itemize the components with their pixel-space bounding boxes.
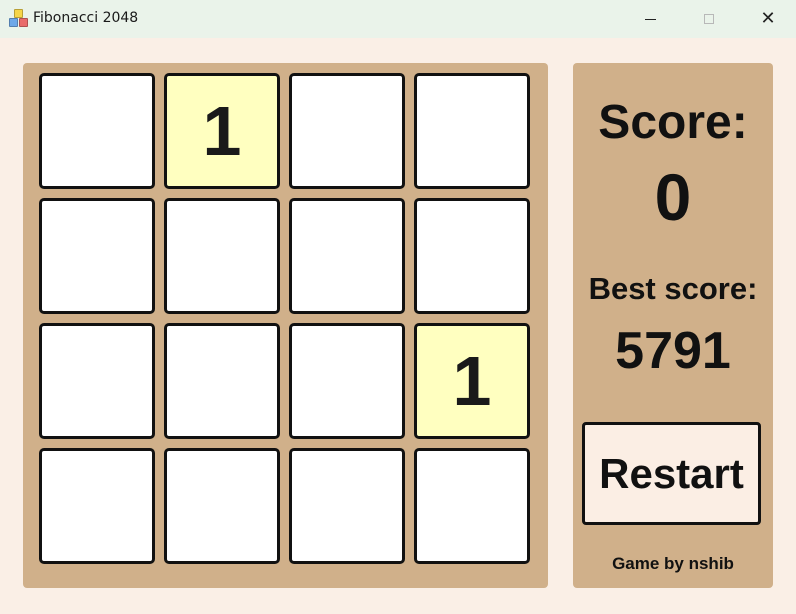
close-icon: ✕ xyxy=(760,8,776,29)
close-button[interactable]: ✕ xyxy=(745,0,791,38)
score-value: 0 xyxy=(654,160,692,234)
best-score-label: Best score: xyxy=(588,271,758,306)
tile: 1 xyxy=(414,323,530,439)
maximize-button[interactable] xyxy=(686,0,732,38)
credit-text: Game by nshib xyxy=(612,554,734,573)
best-score-value: 5791 xyxy=(615,322,731,380)
tile xyxy=(414,448,530,564)
tile xyxy=(289,73,405,189)
tile: 1 xyxy=(164,73,280,189)
minimize-icon xyxy=(644,18,656,20)
app-icon xyxy=(9,9,28,28)
tile xyxy=(39,73,155,189)
window-title: Fibonacci 2048 xyxy=(33,10,139,26)
game-board[interactable]: 11 xyxy=(23,63,548,588)
tile xyxy=(289,448,405,564)
tile xyxy=(289,323,405,439)
side-panel: Score: 0 Best score: 5791 Restart Game b… xyxy=(573,63,773,588)
tile xyxy=(414,198,530,314)
title-bar: Fibonacci 2048 ✕ xyxy=(0,0,796,38)
tile xyxy=(39,448,155,564)
restart-button[interactable]: Restart xyxy=(582,422,761,525)
maximize-icon xyxy=(704,14,714,24)
score-label: Score: xyxy=(598,96,748,149)
tile xyxy=(414,73,530,189)
tile xyxy=(39,198,155,314)
tile xyxy=(164,198,280,314)
tile xyxy=(164,323,280,439)
minimize-button[interactable] xyxy=(627,0,673,38)
tile xyxy=(289,198,405,314)
tile xyxy=(164,448,280,564)
tile xyxy=(39,323,155,439)
